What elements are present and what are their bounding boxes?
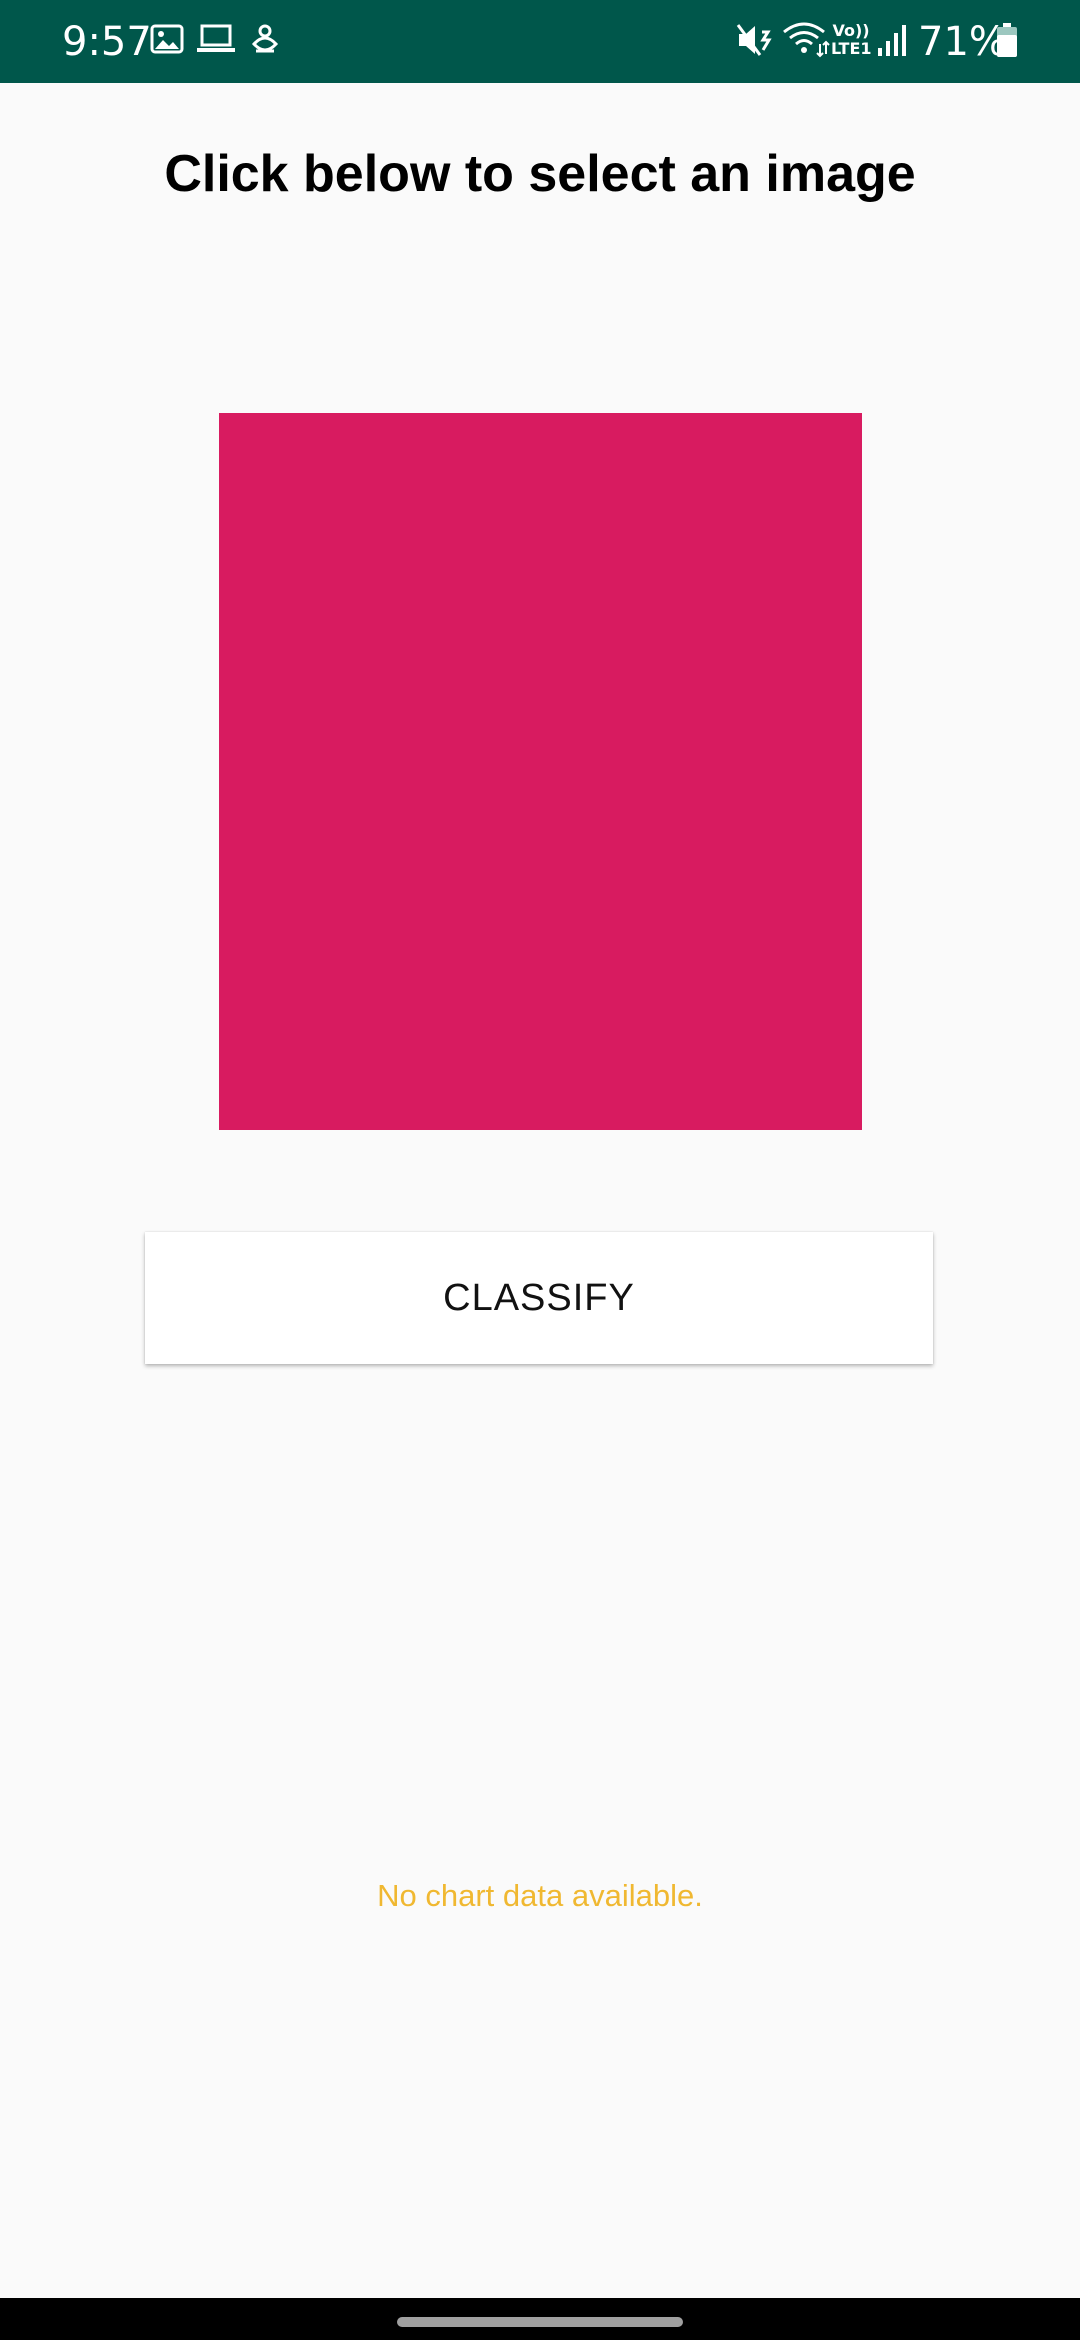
- classify-button[interactable]: CLASSIFY: [145, 1232, 933, 1364]
- image-select-area[interactable]: [219, 413, 862, 1130]
- status-bar: 9:57 Vo)) LTE1 71%: [0, 0, 1080, 83]
- network-type-label: Vo)) LTE1: [831, 21, 872, 58]
- gallery-icon: [150, 22, 184, 61]
- laptop-icon: [196, 22, 236, 61]
- signal-icon: [876, 22, 910, 63]
- battery-percent: 71%: [918, 19, 1007, 65]
- status-time: 9:57: [62, 19, 152, 65]
- bug-icon: [248, 22, 282, 61]
- page-title: Click below to select an image: [164, 145, 916, 203]
- navigation-bar: [0, 2298, 1080, 2340]
- mute-icon: [736, 22, 776, 63]
- no-chart-data-message: No chart data available.: [377, 1878, 703, 1913]
- battery-icon: [996, 22, 1018, 63]
- home-handle[interactable]: [397, 2317, 683, 2327]
- wifi-icon: [782, 22, 830, 63]
